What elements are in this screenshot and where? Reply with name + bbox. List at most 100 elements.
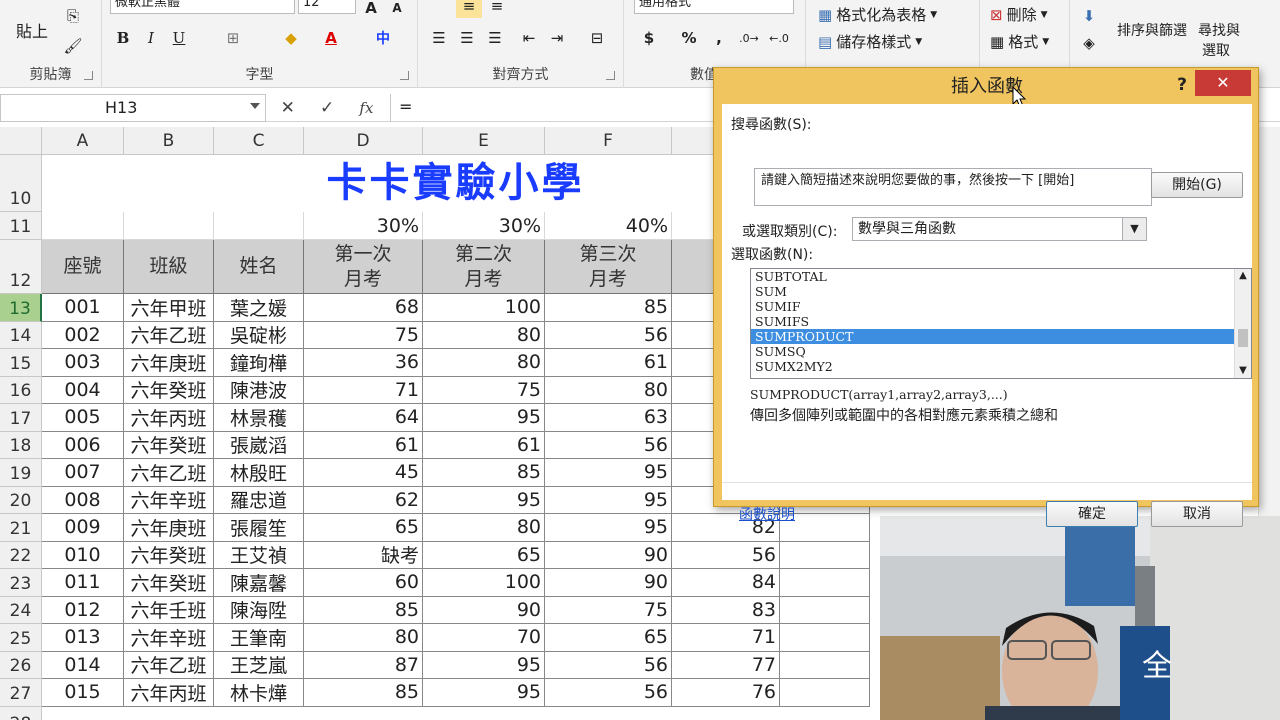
border-icon[interactable]: ⊞ <box>220 26 246 50</box>
row-header[interactable]: 12 <box>0 240 42 294</box>
table-cell[interactable]: 六年甲班 <box>124 294 214 322</box>
table-cell[interactable]: 36 <box>304 349 423 377</box>
table-cell[interactable]: 85 <box>423 459 545 487</box>
list-scrollbar[interactable]: ▲ ▼ <box>1234 269 1251 378</box>
table-cell[interactable]: 56 <box>545 321 672 349</box>
cancel-button[interactable]: 取消 <box>1151 501 1243 527</box>
table-cell[interactable]: 56 <box>545 431 672 459</box>
table-cell[interactable]: 95 <box>545 514 672 542</box>
row-header[interactable]: 28 <box>0 706 42 720</box>
table-cell[interactable]: 006 <box>42 431 124 459</box>
function-list-item[interactable]: SUMPRODUCT <box>751 329 1251 344</box>
row-header[interactable]: 14 <box>0 321 42 349</box>
currency-icon[interactable]: $ <box>636 26 662 50</box>
row-header[interactable]: 25 <box>0 624 42 652</box>
row-header[interactable]: 27 <box>0 679 42 707</box>
underline-icon[interactable]: U <box>166 26 192 50</box>
weight-cell[interactable]: 30% <box>304 212 423 240</box>
table-cell[interactable]: 王芝嵐 <box>214 651 304 679</box>
table-cell[interactable]: 60 <box>304 569 423 597</box>
ok-button[interactable]: 確定 <box>1046 501 1138 527</box>
table-cell[interactable]: 王筆南 <box>214 624 304 652</box>
table-cell[interactable]: 吳碇彬 <box>214 321 304 349</box>
row-header[interactable]: 11 <box>0 212 42 240</box>
row-header[interactable]: 22 <box>0 541 42 569</box>
weight-cell[interactable]: 30% <box>423 212 545 240</box>
format-button[interactable]: ▦ 格式 ▼ <box>990 31 1049 52</box>
table-cell[interactable]: 六年乙班 <box>124 459 214 487</box>
table-cell[interactable]: 85 <box>304 596 423 624</box>
table-cell[interactable]: 六年壬班 <box>124 596 214 624</box>
cell[interactable] <box>214 212 304 240</box>
table-cell[interactable]: 95 <box>545 459 672 487</box>
table-cell[interactable]: 六年癸班 <box>124 541 214 569</box>
row-header[interactable]: 21 <box>0 514 42 542</box>
table-cell[interactable]: 71 <box>672 624 780 652</box>
table-cell[interactable]: 六年乙班 <box>124 651 214 679</box>
table-cell[interactable]: 85 <box>304 679 423 707</box>
table-cell[interactable]: 陳海陞 <box>214 596 304 624</box>
table-cell[interactable]: 林景穫 <box>214 404 304 432</box>
table-cell[interactable]: 83 <box>672 596 780 624</box>
row-header[interactable]: 26 <box>0 651 42 679</box>
table-cell[interactable]: 80 <box>304 624 423 652</box>
table-cell[interactable]: 001 <box>42 294 124 322</box>
table-cell[interactable]: 65 <box>423 541 545 569</box>
table-cell[interactable]: 71 <box>304 376 423 404</box>
function-list[interactable]: SUBTOTAL SUM SUMIF SUMIFS SUMPRODUCT SUMSQ SUM… <box>750 268 1252 379</box>
format-as-table-button[interactable]: ▦ 格式化為表格 ▼ <box>818 4 937 25</box>
clear-icon[interactable]: ◈ <box>1076 31 1102 55</box>
table-cell[interactable]: 68 <box>304 294 423 322</box>
column-header[interactable]: C <box>214 127 304 155</box>
row-header[interactable]: 16 <box>0 376 42 404</box>
table-cell[interactable]: 100 <box>423 569 545 597</box>
align-right-icon[interactable]: ☰ <box>482 26 508 50</box>
italic-icon[interactable]: I <box>138 26 164 50</box>
help-button[interactable]: ? <box>1167 72 1197 98</box>
table-cell[interactable]: 012 <box>42 596 124 624</box>
function-list-item[interactable]: SUBTOTAL <box>751 269 1251 284</box>
phonetic-icon[interactable]: 中 <box>370 26 396 50</box>
table-cell[interactable]: 014 <box>42 651 124 679</box>
table-cell[interactable]: 77 <box>672 651 780 679</box>
table-cell[interactable]: 56 <box>545 651 672 679</box>
sort-filter-button[interactable]: 排序與篩選 <box>1117 20 1187 40</box>
table-cell[interactable]: 缺考 <box>304 541 423 569</box>
table-cell[interactable]: 63 <box>545 404 672 432</box>
table-cell[interactable]: 65 <box>304 514 423 542</box>
function-list-item[interactable]: SUMIFS <box>751 314 1251 329</box>
category-select[interactable]: 數學與三角函數 <box>852 217 1147 241</box>
table-cell[interactable] <box>780 624 870 652</box>
percent-icon[interactable]: % <box>676 26 702 50</box>
cell[interactable] <box>42 212 124 240</box>
table-cell[interactable]: 61 <box>304 431 423 459</box>
delete-button[interactable]: ⊠ 刪除 ▼ <box>990 4 1048 25</box>
font-launcher-icon[interactable] <box>400 71 409 80</box>
decrease-decimal-icon[interactable]: ←.0 <box>766 26 792 50</box>
vertical-scrollbar[interactable] <box>1258 127 1280 516</box>
function-list-item[interactable]: SUMX2MY2 <box>751 359 1251 374</box>
table-cell[interactable] <box>780 541 870 569</box>
table-cell[interactable]: 75 <box>423 376 545 404</box>
table-cell[interactable]: 75 <box>545 596 672 624</box>
merge-center-icon[interactable]: ⊟ <box>584 26 610 50</box>
table-cell[interactable]: 56 <box>672 541 780 569</box>
table-cell[interactable]: 羅忠道 <box>214 486 304 514</box>
table-cell[interactable]: 六年癸班 <box>124 431 214 459</box>
cell-styles-button[interactable]: ▤ 儲存格樣式 ▼ <box>818 31 922 52</box>
align-top-icon[interactable]: ≡ <box>456 0 482 18</box>
table-cell[interactable]: 六年庚班 <box>124 349 214 377</box>
table-cell[interactable]: 林殷旺 <box>214 459 304 487</box>
table-cell[interactable]: 95 <box>545 486 672 514</box>
font-size-select[interactable]: 12 <box>298 0 356 14</box>
table-cell[interactable]: 013 <box>42 624 124 652</box>
table-cell[interactable]: 61 <box>545 349 672 377</box>
table-cell[interactable] <box>780 596 870 624</box>
table-cell[interactable]: 95 <box>423 404 545 432</box>
table-cell[interactable]: 80 <box>423 349 545 377</box>
row-header[interactable]: 19 <box>0 459 42 487</box>
column-header[interactable]: D <box>304 127 423 155</box>
function-help-link[interactable]: 函數說明 <box>739 504 795 524</box>
table-cell[interactable]: 王艾禎 <box>214 541 304 569</box>
enter-icon[interactable]: ✓ <box>320 98 334 118</box>
